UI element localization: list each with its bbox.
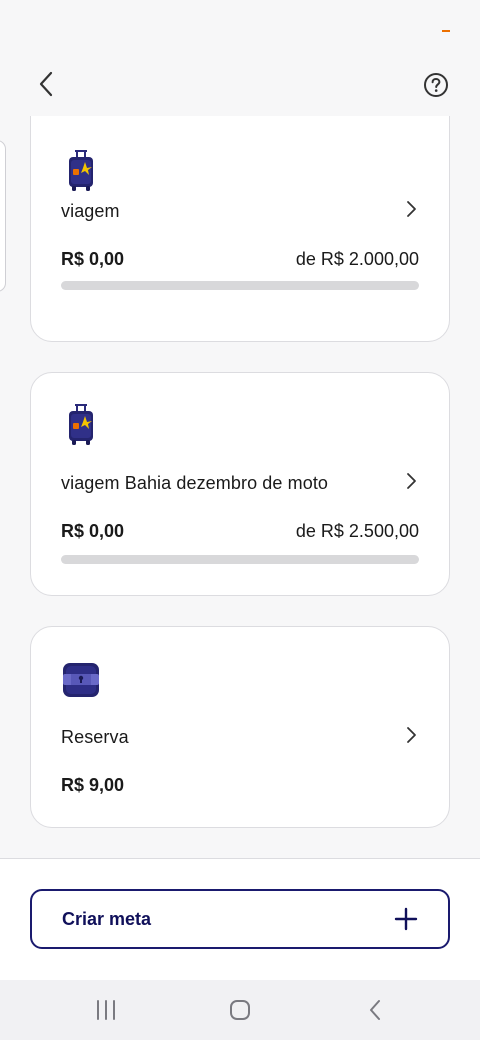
goal-saved-amount: R$ 0,00 <box>61 521 125 541</box>
recents-button[interactable] <box>91 996 121 1024</box>
create-goal-label: Criar meta <box>62 908 152 929</box>
recents-icon <box>97 1000 115 1020</box>
goal-target-amount: de R$ 2.500,00 <box>295 521 419 541</box>
chevron-right-icon <box>407 201 416 217</box>
goal-card[interactable]: viagem Bahia dezembro de moto R$ 0,00 de… <box>30 372 450 596</box>
home-button[interactable] <box>225 996 255 1024</box>
bottom-panel: Criar meta <box>0 859 480 980</box>
system-nav-bar <box>0 980 480 1040</box>
suitcase-icon <box>69 150 93 191</box>
suitcase-icon <box>69 404 93 445</box>
goal-saved-amount: R$ 0,00 <box>61 249 125 269</box>
goal-saved-amount: R$ 9,00 <box>61 775 125 795</box>
safe-icon <box>63 663 99 697</box>
chevron-left-icon <box>39 71 53 97</box>
chevron-right-icon <box>407 473 416 489</box>
goal-name: viagem Bahia dezembro de moto <box>61 473 329 493</box>
question-circle-icon <box>424 73 448 97</box>
home-icon <box>230 1000 250 1020</box>
back-icon <box>370 1000 380 1020</box>
help-button[interactable] <box>422 71 450 99</box>
goal-card[interactable]: Reserva R$ 9,00 <box>30 626 450 828</box>
back-nav-button[interactable] <box>360 996 390 1024</box>
status-indicator <box>442 30 450 32</box>
app-header <box>0 56 480 116</box>
status-bar <box>0 0 480 56</box>
goal-progress-bar <box>61 555 419 564</box>
plus-icon <box>394 907 418 931</box>
goals-list[interactable]: viagem R$ 0,00 de R$ 2.000,00 viagem Bah… <box>0 116 480 858</box>
goal-card[interactable]: viagem R$ 0,00 de R$ 2.000,00 <box>30 116 450 342</box>
chevron-right-icon <box>407 727 416 743</box>
back-button[interactable] <box>30 68 62 100</box>
goal-progress-bar <box>61 281 419 290</box>
partial-card <box>0 140 6 292</box>
goal-name: viagem <box>61 201 120 221</box>
goal-name: Reserva <box>61 727 129 747</box>
create-goal-button[interactable]: Criar meta <box>30 889 450 949</box>
goal-target-amount: de R$ 2.000,00 <box>295 249 419 269</box>
